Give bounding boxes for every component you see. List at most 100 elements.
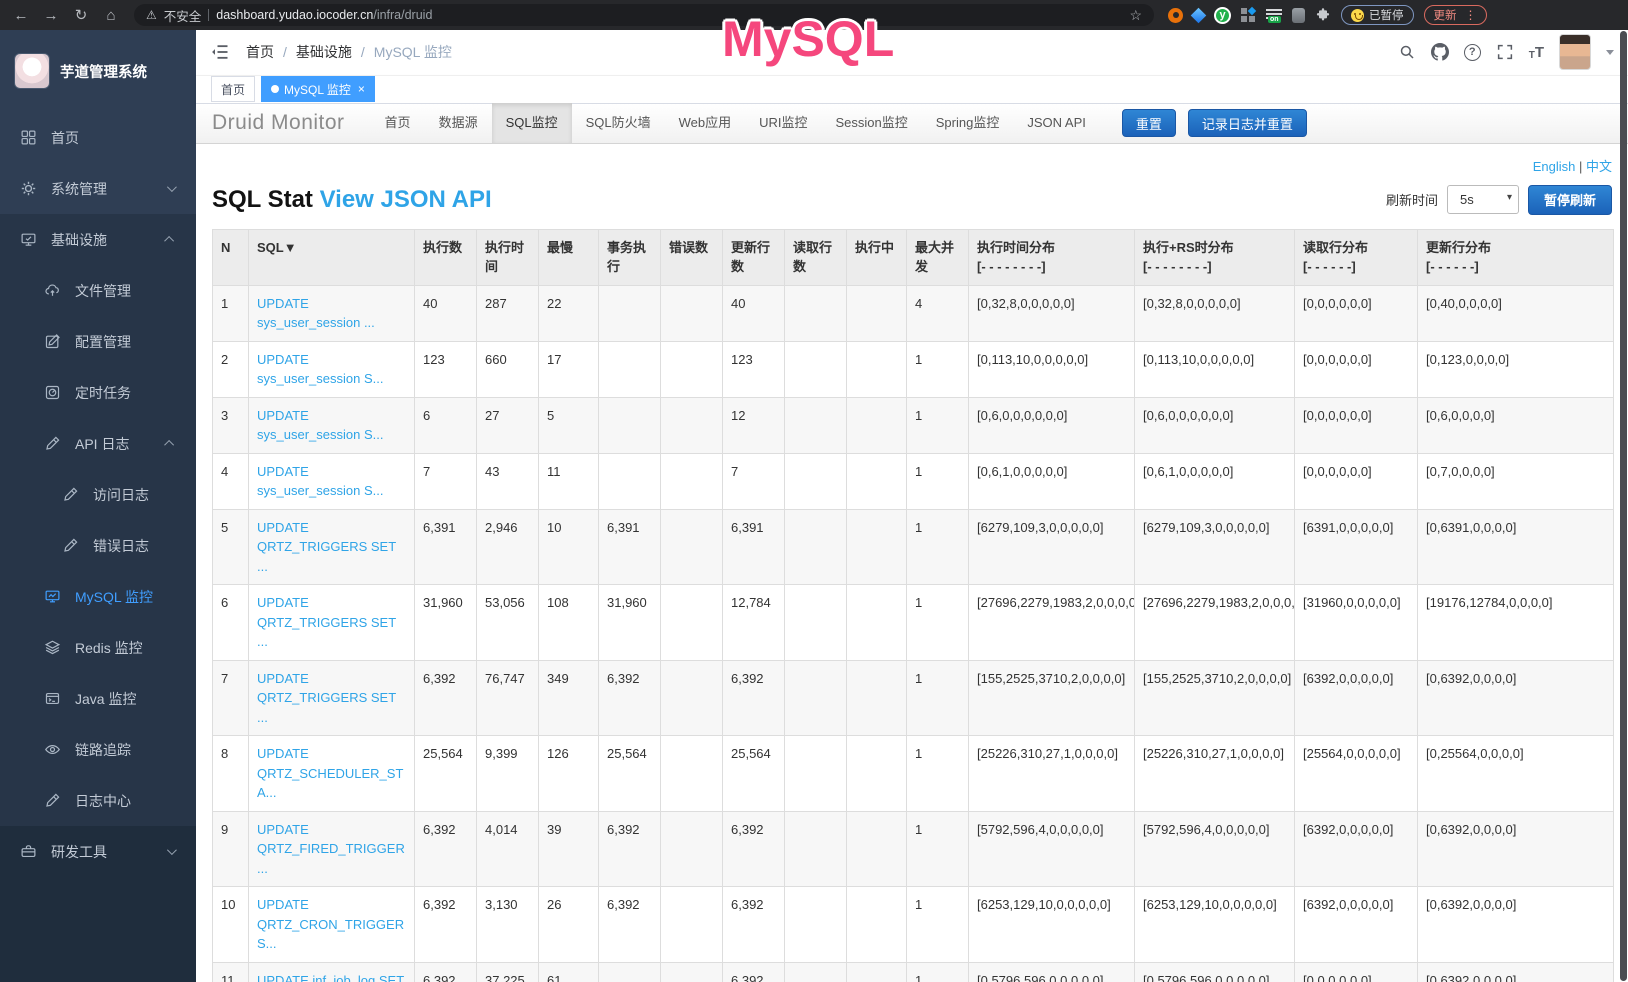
sql-link[interactable]: UPDATE QRTZ_SCHEDULER_STA... xyxy=(257,746,403,800)
sidebar-item-access-logs[interactable]: 访问日志 xyxy=(0,469,196,520)
cell-exec-count: 6 xyxy=(415,397,477,453)
extension-list-icon[interactable]: on xyxy=(1266,8,1282,23)
sidebar-toggle-icon[interactable] xyxy=(210,42,230,62)
header-update-dist[interactable]: 更新行分布[- - - - - -] xyxy=(1418,229,1614,285)
extension-y-icon[interactable]: y xyxy=(1214,7,1231,24)
browser-reload-button[interactable]: ↻ xyxy=(68,3,94,27)
sql-link[interactable]: UPDATE QRTZ_TRIGGERS SET ... xyxy=(257,595,396,649)
breadcrumb-infrastructure[interactable]: 基础设施 xyxy=(296,42,352,62)
browser-back-button[interactable]: ← xyxy=(8,3,34,27)
sidebar-item-java-monitor[interactable]: Java 监控 xyxy=(0,673,196,724)
druid-nav-uri-monitor[interactable]: URI监控 xyxy=(745,103,821,143)
caret-down-icon[interactable] xyxy=(1606,50,1614,55)
app-logo-block[interactable]: 芋道管理系统 xyxy=(0,30,196,112)
cell-exec-time: 27 xyxy=(477,397,539,453)
cell-error-count xyxy=(661,285,723,341)
cell-update-rows: 7 xyxy=(723,453,785,509)
druid-nav-sql-firewall[interactable]: SQL防火墙 xyxy=(572,103,665,143)
druid-nav-web-app[interactable]: Web应用 xyxy=(665,103,746,143)
sidebar-item-home[interactable]: 首页 xyxy=(0,112,196,163)
extension-diamond-icon[interactable] xyxy=(1191,7,1207,23)
sidebar-item-scheduled-jobs[interactable]: 定时任务 xyxy=(0,367,196,418)
view-json-api-link[interactable]: View JSON API xyxy=(320,186,492,213)
tag-home[interactable]: 首页 xyxy=(211,76,255,102)
browser-update-button[interactable]: 更新⋮ xyxy=(1424,5,1487,25)
log-and-reset-button[interactable]: 记录日志并重置 xyxy=(1188,109,1307,137)
sidebar-item-file-management[interactable]: 文件管理 xyxy=(0,265,196,316)
extension-grid-icon[interactable] xyxy=(1241,8,1256,23)
lang-english-link[interactable]: English xyxy=(1533,159,1576,174)
cell-update-rows: 6,391 xyxy=(723,509,785,585)
lang-chinese-link[interactable]: 中文 xyxy=(1586,159,1612,174)
sql-link[interactable]: UPDATE QRTZ_TRIGGERS SET ... xyxy=(257,671,396,725)
search-icon[interactable] xyxy=(1398,43,1416,61)
cell-exec-count: 25,564 xyxy=(415,736,477,812)
font-size-icon[interactable]: TT xyxy=(1529,44,1544,61)
browser-home-button[interactable]: ⌂ xyxy=(98,3,124,27)
sidebar-item-mysql-monitor[interactable]: MySQL 监控 xyxy=(0,571,196,622)
table-row: 6 UPDATE QRTZ_TRIGGERS SET ... 31,960 53… xyxy=(213,585,1614,661)
druid-nav-datasource[interactable]: 数据源 xyxy=(425,103,492,143)
help-icon[interactable]: ? xyxy=(1464,44,1481,61)
header-read-rows[interactable]: 读取行数 xyxy=(785,229,847,285)
sql-link[interactable]: UPDATE QRTZ_FIRED_TRIGGER... xyxy=(257,822,405,876)
refresh-interval-select[interactable]: 5s xyxy=(1447,185,1519,214)
sql-link[interactable]: UPDATE sys_user_session S... xyxy=(257,352,383,387)
cell-read-rows xyxy=(785,962,847,982)
header-n[interactable]: N xyxy=(213,229,249,285)
sql-link[interactable]: UPDATE QRTZ_TRIGGERS SET ... xyxy=(257,520,396,574)
browser-forward-button[interactable]: → xyxy=(38,3,64,27)
user-avatar[interactable] xyxy=(1559,34,1591,70)
header-exec-count[interactable]: 执行数 xyxy=(415,229,477,285)
header-error-count[interactable]: 错误数 xyxy=(661,229,723,285)
pause-refresh-button[interactable]: 暂停刷新 xyxy=(1528,185,1612,215)
header-actions: ? TT xyxy=(1398,34,1614,70)
address-bar[interactable]: ⚠ 不安全 dashboard.yudao.iocoder.cn/infra/d… xyxy=(134,4,1154,26)
browser-menu-icon[interactable]: ⋮ xyxy=(1465,8,1477,22)
druid-nav-sql-monitor[interactable]: SQL监控 xyxy=(492,103,572,143)
reset-button[interactable]: 重置 xyxy=(1122,109,1176,137)
header-slowest[interactable]: 最慢 xyxy=(539,229,599,285)
header-running[interactable]: 执行中 xyxy=(847,229,907,285)
bookmark-star-icon[interactable]: ☆ xyxy=(1129,7,1142,24)
breadcrumb-home[interactable]: 首页 xyxy=(246,42,274,62)
sql-link[interactable]: UPDATE sys_user_session S... xyxy=(257,464,383,499)
sidebar-item-config-management[interactable]: 配置管理 xyxy=(0,316,196,367)
sql-link[interactable]: UPDATE inf_job_log SET e... xyxy=(257,973,404,982)
sidebar-item-system-management[interactable]: 系统管理 xyxy=(0,163,196,214)
extension-gray-icon[interactable] xyxy=(1292,8,1305,23)
fullscreen-icon[interactable] xyxy=(1496,43,1514,61)
sidebar-item-error-logs[interactable]: 错误日志 xyxy=(0,520,196,571)
github-icon[interactable] xyxy=(1431,43,1449,61)
cell-tx-exec: 6,392 xyxy=(599,660,661,736)
druid-nav-spring-monitor[interactable]: Spring监控 xyxy=(922,103,1014,143)
tag-mysql-monitor[interactable]: MySQL 监控 × xyxy=(261,76,375,102)
header-update-rows[interactable]: 更新行数 xyxy=(723,229,785,285)
close-icon[interactable]: × xyxy=(358,82,365,96)
sidebar-item-redis-monitor[interactable]: Redis 监控 xyxy=(0,622,196,673)
sidebar-item-api-logs[interactable]: API 日志 xyxy=(0,418,196,469)
header-exec-time[interactable]: 执行时间 xyxy=(477,229,539,285)
sidebar-item-infrastructure[interactable]: 基础设施 xyxy=(0,214,196,265)
page-scrollbar[interactable] xyxy=(1620,31,1627,981)
druid-nav-home[interactable]: 首页 xyxy=(371,103,425,143)
header-exec-rs-dist[interactable]: 执行+RS时分布[- - - - - - - -] xyxy=(1135,229,1295,285)
sql-link[interactable]: UPDATE sys_user_session ... xyxy=(257,296,375,331)
extension-donut-icon[interactable] xyxy=(1168,8,1183,23)
sql-link[interactable]: UPDATE sys_user_session S... xyxy=(257,408,383,443)
sidebar-item-dev-tools[interactable]: 研发工具 xyxy=(0,826,196,877)
header-tx-exec[interactable]: 事务执行 xyxy=(599,229,661,285)
cell-slowest: 5 xyxy=(539,397,599,453)
header-exec-time-dist[interactable]: 执行时间分布[- - - - - - - -] xyxy=(969,229,1135,285)
sidebar-item-log-center[interactable]: 日志中心 xyxy=(0,775,196,826)
header-read-dist[interactable]: 读取行分布[- - - - - -] xyxy=(1295,229,1418,285)
profile-paused-badge[interactable]: 已暂停 xyxy=(1341,5,1414,25)
sql-link[interactable]: UPDATE QRTZ_CRON_TRIGGERS... xyxy=(257,897,404,951)
druid-nav-session-monitor[interactable]: Session监控 xyxy=(822,103,922,143)
cell-slowest: 126 xyxy=(539,736,599,812)
extensions-puzzle-icon[interactable] xyxy=(1315,7,1331,23)
druid-nav-json-api[interactable]: JSON API xyxy=(1013,103,1100,143)
header-max-concurrent[interactable]: 最大并发 xyxy=(907,229,969,285)
header-sql[interactable]: SQL▼ xyxy=(249,229,415,285)
sidebar-item-tracing[interactable]: 链路追踪 xyxy=(0,724,196,775)
